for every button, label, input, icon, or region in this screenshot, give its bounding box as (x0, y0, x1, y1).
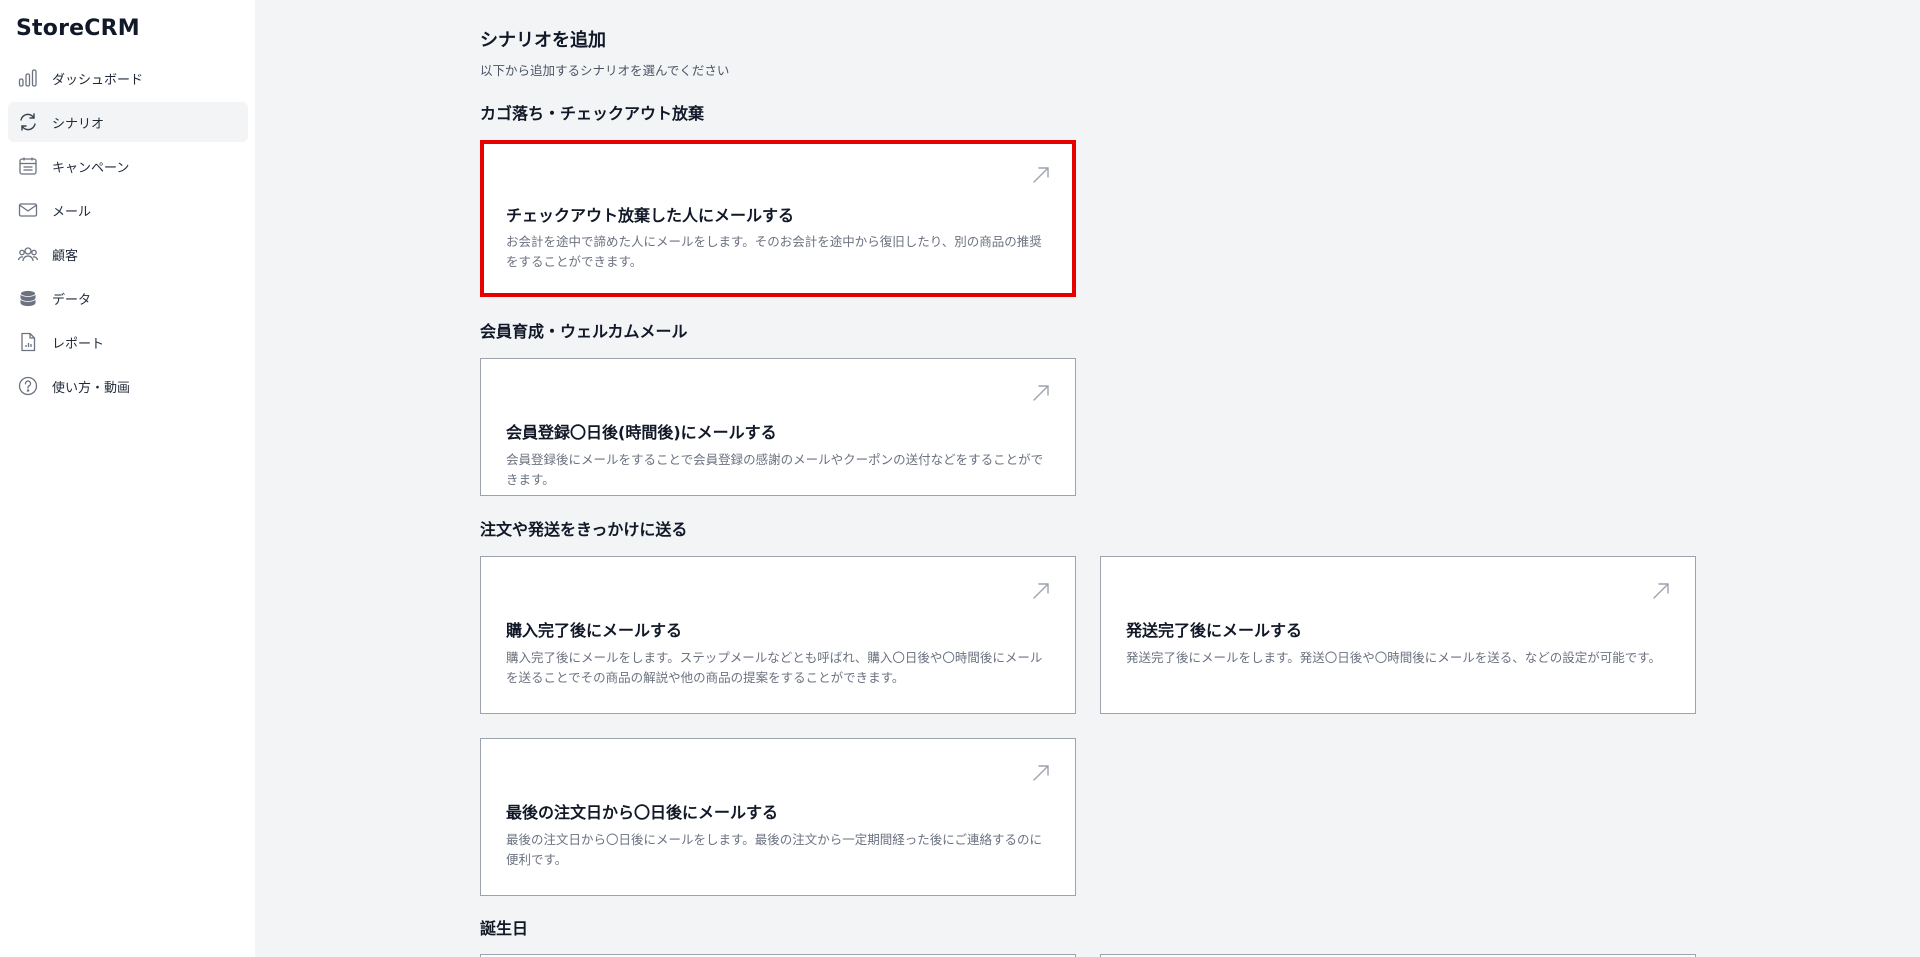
sidebar-item-label: ダッシュボード (52, 72, 144, 88)
main-content: シナリオを追加 以下から追加するシナリオを選んでください カゴ落ち・チェックアウ… (255, 0, 1920, 957)
sidebar-item-customers[interactable]: 顧客 (8, 234, 248, 274)
card-title: チェックアウト放棄した人にメールする (506, 206, 795, 225)
scenario-card-after-purchase[interactable]: 購入完了後にメールする 購入完了後にメールをします。ステップメールなどとも呼ばれ… (480, 556, 1076, 714)
arrow-up-right-icon (1651, 581, 1671, 601)
arrow-up-right-icon (1031, 165, 1051, 185)
section-heading-cart-abandonment: カゴ落ち・チェックアウト放棄 (480, 104, 705, 123)
sidebar-item-label: シナリオ (52, 116, 105, 132)
refresh-icon (16, 110, 40, 134)
section-heading-birthday: 誕生日 (480, 919, 529, 938)
database-icon (16, 286, 40, 310)
sidebar-item-dashboard[interactable]: ダッシュボード (8, 58, 248, 98)
card-title: 購入完了後にメールする (506, 621, 683, 640)
sidebar-nav: ダッシュボード シナリオ キャンペーン メール 顧客 データ レポート 使い方・… (8, 58, 248, 410)
sidebar-item-report[interactable]: レポート (8, 322, 248, 362)
card-description: お会計を途中で諦めた人にメールをします。そのお会計を途中から復旧したり、別の商品… (506, 234, 1042, 269)
card-description: 購入完了後にメールをします。ステップメールなどとも呼ばれ、購入〇日後や〇時間後に… (506, 650, 1043, 685)
sidebar-item-scenario[interactable]: シナリオ (8, 102, 248, 142)
section-heading-welcome: 会員育成・ウェルカムメール (480, 322, 688, 341)
arrow-up-right-icon (1031, 581, 1051, 601)
report-icon (16, 330, 40, 354)
page-title: シナリオを追加 (480, 30, 606, 51)
scenario-card-checkout-abandonment[interactable]: チェックアウト放棄した人にメールする お会計を途中で諦めた人にメールをします。そ… (480, 140, 1076, 297)
scenario-card-after-shipment[interactable]: 発送完了後にメールする 発送完了後にメールをします。発送〇日後や〇時間後にメール… (1100, 556, 1696, 714)
sidebar-item-help[interactable]: 使い方・動画 (8, 366, 248, 406)
section-heading-orders: 注文や発送をきっかけに送る (480, 520, 688, 539)
sidebar-item-label: レポート (52, 336, 105, 352)
card-description: 発送完了後にメールをします。発送〇日後や〇時間後にメールを送る、などの設定が可能… (1126, 650, 1662, 665)
arrow-up-right-icon (1031, 383, 1051, 403)
sidebar-item-campaign[interactable]: キャンペーン (8, 146, 248, 186)
card-title: 最後の注文日から〇日後にメールする (506, 803, 779, 822)
card-title: 発送完了後にメールする (1126, 621, 1303, 640)
scenario-card-after-registration[interactable]: 会員登録〇日後(時間後)にメールする 会員登録後にメールをすることで会員登録の感… (480, 358, 1076, 496)
sidebar-item-label: 顧客 (52, 248, 79, 264)
sidebar-item-label: メール (52, 204, 92, 220)
arrow-up-right-icon (1031, 763, 1051, 783)
users-icon (16, 242, 40, 266)
help-icon (16, 374, 40, 398)
sidebar: StoreCRM ダッシュボード シナリオ キャンペーン メール 顧客 データ … (0, 0, 255, 957)
brand-logo[interactable]: StoreCRM (16, 16, 140, 41)
card-description: 最後の注文日から〇日後にメールをします。最後の注文から一定期間経った後にご連絡す… (506, 832, 1043, 867)
sidebar-item-mail[interactable]: メール (8, 190, 248, 230)
sidebar-item-label: キャンペーン (52, 160, 130, 176)
sidebar-item-label: 使い方・動画 (52, 380, 131, 396)
sidebar-item-data[interactable]: データ (8, 278, 248, 318)
mail-icon (16, 198, 40, 222)
scenario-card-after-last-order[interactable]: 最後の注文日から〇日後にメールする 最後の注文日から〇日後にメールをします。最後… (480, 738, 1076, 896)
card-title: 会員登録〇日後(時間後)にメールする (506, 423, 777, 442)
bar-chart-icon (16, 66, 40, 90)
calendar-icon (16, 154, 40, 178)
page-subtitle: 以下から追加するシナリオを選んでください (480, 63, 730, 78)
sidebar-item-label: データ (52, 292, 92, 308)
card-description: 会員登録後にメールをすることで会員登録の感謝のメールやクーポンの送付などをするこ… (506, 452, 1044, 487)
